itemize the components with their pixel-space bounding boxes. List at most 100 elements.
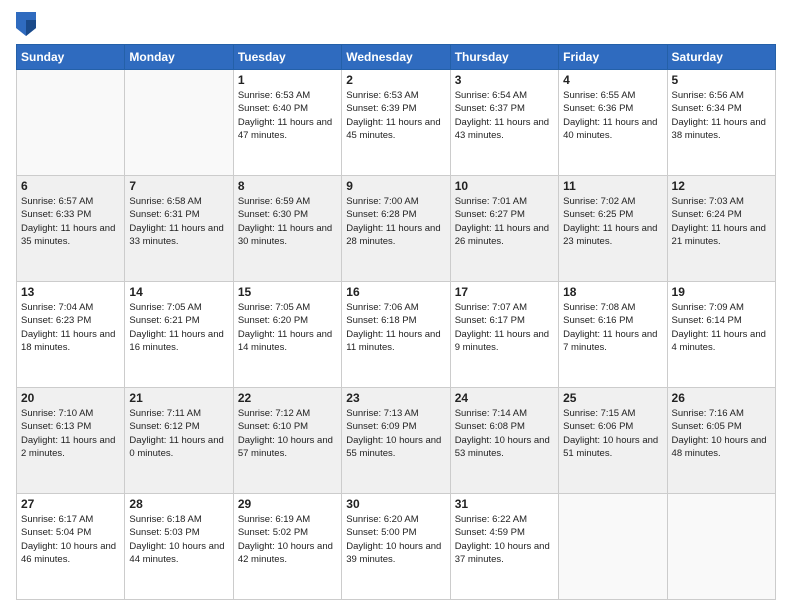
cell-content: Sunrise: 7:03 AMSunset: 6:24 PMDaylight:…	[672, 195, 771, 248]
day-number: 21	[129, 391, 228, 405]
day-number: 12	[672, 179, 771, 193]
calendar-cell: 31 Sunrise: 6:22 AMSunset: 4:59 PMDayligh…	[450, 494, 558, 600]
calendar-header-sunday: Sunday	[17, 45, 125, 70]
cell-content: Sunrise: 7:10 AMSunset: 6:13 PMDaylight:…	[21, 407, 120, 460]
day-number: 10	[455, 179, 554, 193]
day-number: 9	[346, 179, 445, 193]
calendar-cell: 21 Sunrise: 7:11 AMSunset: 6:12 PMDayligh…	[125, 388, 233, 494]
cell-content: Sunrise: 6:22 AMSunset: 4:59 PMDaylight:…	[455, 513, 554, 566]
day-number: 2	[346, 73, 445, 87]
calendar-cell: 11 Sunrise: 7:02 AMSunset: 6:25 PMDayligh…	[559, 176, 667, 282]
cell-content: Sunrise: 6:59 AMSunset: 6:30 PMDaylight:…	[238, 195, 337, 248]
day-number: 27	[21, 497, 120, 511]
calendar-header-saturday: Saturday	[667, 45, 775, 70]
calendar-cell: 1 Sunrise: 6:53 AMSunset: 6:40 PMDaylight…	[233, 70, 341, 176]
calendar-cell: 27 Sunrise: 6:17 AMSunset: 5:04 PMDayligh…	[17, 494, 125, 600]
calendar-table: SundayMondayTuesdayWednesdayThursdayFrid…	[16, 44, 776, 600]
calendar-cell: 4 Sunrise: 6:55 AMSunset: 6:36 PMDaylight…	[559, 70, 667, 176]
calendar-cell: 24 Sunrise: 7:14 AMSunset: 6:08 PMDayligh…	[450, 388, 558, 494]
header	[16, 12, 776, 36]
cell-content: Sunrise: 7:09 AMSunset: 6:14 PMDaylight:…	[672, 301, 771, 354]
cell-content: Sunrise: 6:20 AMSunset: 5:00 PMDaylight:…	[346, 513, 445, 566]
cell-content: Sunrise: 7:13 AMSunset: 6:09 PMDaylight:…	[346, 407, 445, 460]
calendar-cell: 16 Sunrise: 7:06 AMSunset: 6:18 PMDayligh…	[342, 282, 450, 388]
cell-content: Sunrise: 7:00 AMSunset: 6:28 PMDaylight:…	[346, 195, 445, 248]
calendar-cell: 26 Sunrise: 7:16 AMSunset: 6:05 PMDayligh…	[667, 388, 775, 494]
day-number: 4	[563, 73, 662, 87]
calendar-header-thursday: Thursday	[450, 45, 558, 70]
day-number: 23	[346, 391, 445, 405]
calendar-cell: 14Sunrise: 7:05 AMSunset: 6:21 PMDayligh…	[125, 282, 233, 388]
cell-content: Sunrise: 7:07 AMSunset: 6:17 PMDaylight:…	[455, 301, 554, 354]
cell-content: Sunrise: 7:04 AMSunset: 6:23 PMDaylight:…	[21, 301, 120, 354]
calendar-week-5: 27 Sunrise: 6:17 AMSunset: 5:04 PMDayligh…	[17, 494, 776, 600]
logo-icon	[16, 12, 36, 36]
day-number: 17	[455, 285, 554, 299]
calendar-cell	[125, 70, 233, 176]
cell-content: Sunrise: 6:57 AMSunset: 6:33 PMDaylight:…	[21, 195, 120, 248]
calendar-cell	[559, 494, 667, 600]
calendar-cell: 6 Sunrise: 6:57 AMSunset: 6:33 PMDaylight…	[17, 176, 125, 282]
day-number: 31	[455, 497, 554, 511]
cell-content: Sunrise: 6:55 AMSunset: 6:36 PMDaylight:…	[563, 89, 662, 142]
cell-content: Sunrise: 7:05 AMSunset: 6:21 PMDaylight:…	[129, 301, 228, 354]
calendar-week-1: 1 Sunrise: 6:53 AMSunset: 6:40 PMDaylight…	[17, 70, 776, 176]
calendar-cell: 5 Sunrise: 6:56 AMSunset: 6:34 PMDaylight…	[667, 70, 775, 176]
calendar-week-4: 20 Sunrise: 7:10 AMSunset: 6:13 PMDayligh…	[17, 388, 776, 494]
calendar-cell: 7 Sunrise: 6:58 AMSunset: 6:31 PMDaylight…	[125, 176, 233, 282]
cell-content: Sunrise: 6:18 AMSunset: 5:03 PMDaylight:…	[129, 513, 228, 566]
day-number: 8	[238, 179, 337, 193]
cell-content: Sunrise: 6:58 AMSunset: 6:31 PMDaylight:…	[129, 195, 228, 248]
day-number: 24	[455, 391, 554, 405]
day-number: 26	[672, 391, 771, 405]
calendar-header-friday: Friday	[559, 45, 667, 70]
calendar-cell: 13 Sunrise: 7:04 AMSunset: 6:23 PMDayligh…	[17, 282, 125, 388]
day-number: 18	[563, 285, 662, 299]
day-number: 16	[346, 285, 445, 299]
day-number: 30	[346, 497, 445, 511]
cell-content: Sunrise: 7:15 AMSunset: 6:06 PMDaylight:…	[563, 407, 662, 460]
calendar-header-tuesday: Tuesday	[233, 45, 341, 70]
cell-content: Sunrise: 6:17 AMSunset: 5:04 PMDaylight:…	[21, 513, 120, 566]
day-number: 1	[238, 73, 337, 87]
day-number: 22	[238, 391, 337, 405]
calendar-cell: 29Sunrise: 6:19 AMSunset: 5:02 PMDayligh…	[233, 494, 341, 600]
calendar-header-wednesday: Wednesday	[342, 45, 450, 70]
calendar-cell: 20 Sunrise: 7:10 AMSunset: 6:13 PMDayligh…	[17, 388, 125, 494]
calendar-cell: 30 Sunrise: 6:20 AMSunset: 5:00 PMDayligh…	[342, 494, 450, 600]
page: SundayMondayTuesdayWednesdayThursdayFrid…	[0, 0, 792, 612]
day-number: 5	[672, 73, 771, 87]
calendar-week-3: 13 Sunrise: 7:04 AMSunset: 6:23 PMDayligh…	[17, 282, 776, 388]
cell-content: Sunrise: 6:53 AMSunset: 6:40 PMDaylight:…	[238, 89, 337, 142]
day-number: 25	[563, 391, 662, 405]
calendar-cell: 10Sunrise: 7:01 AMSunset: 6:27 PMDayligh…	[450, 176, 558, 282]
cell-content: Sunrise: 7:08 AMSunset: 6:16 PMDaylight:…	[563, 301, 662, 354]
cell-content: Sunrise: 7:02 AMSunset: 6:25 PMDaylight:…	[563, 195, 662, 248]
cell-content: Sunrise: 6:56 AMSunset: 6:34 PMDaylight:…	[672, 89, 771, 142]
calendar-header-row: SundayMondayTuesdayWednesdayThursdayFrid…	[17, 45, 776, 70]
day-number: 28	[129, 497, 228, 511]
calendar-cell: 2 Sunrise: 6:53 AMSunset: 6:39 PMDaylight…	[342, 70, 450, 176]
cell-content: Sunrise: 7:11 AMSunset: 6:12 PMDaylight:…	[129, 407, 228, 460]
calendar-cell: 17 Sunrise: 7:07 AMSunset: 6:17 PMDayligh…	[450, 282, 558, 388]
calendar-cell	[17, 70, 125, 176]
day-number: 20	[21, 391, 120, 405]
calendar-cell: 28 Sunrise: 6:18 AMSunset: 5:03 PMDayligh…	[125, 494, 233, 600]
cell-content: Sunrise: 7:14 AMSunset: 6:08 PMDaylight:…	[455, 407, 554, 460]
calendar-cell: 23 Sunrise: 7:13 AMSunset: 6:09 PMDayligh…	[342, 388, 450, 494]
day-number: 6	[21, 179, 120, 193]
calendar-cell	[667, 494, 775, 600]
cell-content: Sunrise: 7:06 AMSunset: 6:18 PMDaylight:…	[346, 301, 445, 354]
day-number: 7	[129, 179, 228, 193]
day-number: 3	[455, 73, 554, 87]
calendar-header-monday: Monday	[125, 45, 233, 70]
day-number: 13	[21, 285, 120, 299]
day-number: 11	[563, 179, 662, 193]
cell-content: Sunrise: 7:16 AMSunset: 6:05 PMDaylight:…	[672, 407, 771, 460]
day-number: 29	[238, 497, 337, 511]
calendar-cell: 15Sunrise: 7:05 AMSunset: 6:20 PMDayligh…	[233, 282, 341, 388]
calendar-cell: 18 Sunrise: 7:08 AMSunset: 6:16 PMDayligh…	[559, 282, 667, 388]
cell-content: Sunrise: 6:53 AMSunset: 6:39 PMDaylight:…	[346, 89, 445, 142]
logo	[16, 12, 40, 36]
day-number: 15	[238, 285, 337, 299]
